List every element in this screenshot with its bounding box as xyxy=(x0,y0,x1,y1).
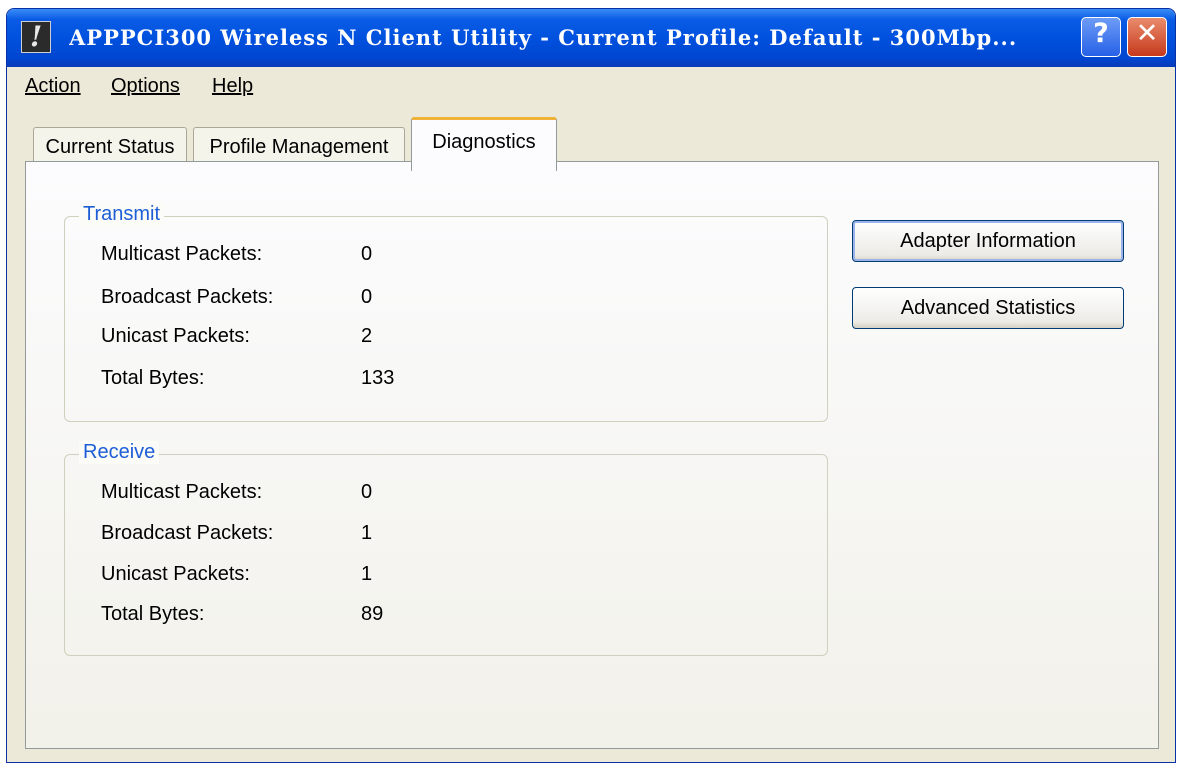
title-bar[interactable]: ! APPPCI300 Wireless N Client Utility - … xyxy=(7,9,1175,67)
menu-options[interactable]: Options xyxy=(111,75,180,98)
receive-multicast-label: Multicast Packets: xyxy=(101,481,263,503)
tab-diagnostics[interactable]: Diagnostics xyxy=(411,117,557,171)
app-window: ! APPPCI300 Wireless N Client Utility - … xyxy=(6,8,1176,763)
receive-multicast-value: 0 xyxy=(361,481,373,503)
transmit-group: Transmit Multicast Packets: 0 Broadcast … xyxy=(64,203,828,422)
menu-help[interactable]: Help xyxy=(212,75,253,98)
receive-total-bytes-value: 89 xyxy=(361,603,384,625)
receive-total-bytes-label: Total Bytes: xyxy=(101,603,205,625)
window-title: APPPCI300 Wireless N Client Utility - Cu… xyxy=(69,25,1018,50)
transmit-multicast-value: 0 xyxy=(361,243,373,265)
menu-action[interactable]: Action xyxy=(25,75,81,98)
adapter-information-button[interactable]: Adapter Information xyxy=(852,220,1124,262)
advanced-statistics-button[interactable]: Advanced Statistics xyxy=(852,287,1124,329)
receive-broadcast-label: Broadcast Packets: xyxy=(101,522,274,544)
receive-group-title: Receive xyxy=(79,441,160,464)
diagnostics-panel: Transmit Multicast Packets: 0 Broadcast … xyxy=(25,161,1159,749)
app-logo-icon: ! xyxy=(21,21,51,53)
menu-help-label: Help xyxy=(212,75,254,97)
menu-options-label: Options xyxy=(111,75,180,97)
transmit-unicast-label: Unicast Packets: xyxy=(101,325,250,347)
receive-unicast-label: Unicast Packets: xyxy=(101,563,250,585)
transmit-broadcast-label: Broadcast Packets: xyxy=(101,286,274,308)
transmit-broadcast-value: 0 xyxy=(361,286,373,308)
help-button[interactable]: ? xyxy=(1081,17,1121,57)
menu-action-label: Action xyxy=(25,75,81,97)
transmit-total-bytes-label: Total Bytes: xyxy=(101,367,205,389)
transmit-multicast-label: Multicast Packets: xyxy=(101,243,263,265)
transmit-total-bytes-value: 133 xyxy=(361,367,395,389)
transmit-group-title: Transmit xyxy=(79,203,165,226)
transmit-unicast-value: 2 xyxy=(361,325,373,347)
receive-broadcast-value: 1 xyxy=(361,522,373,544)
receive-group: Receive Multicast Packets: 0 Broadcast P… xyxy=(64,441,828,656)
menu-bar: Action Options Help xyxy=(7,67,1175,107)
close-button[interactable]: ✕ xyxy=(1127,17,1167,57)
receive-unicast-value: 1 xyxy=(361,563,373,585)
